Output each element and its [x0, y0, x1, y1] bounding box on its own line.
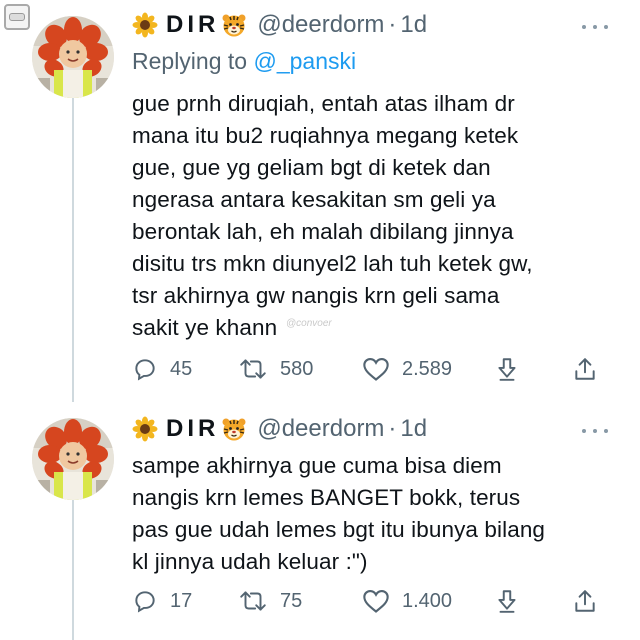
- retweet-icon: [240, 591, 266, 611]
- tweet-text-line: gue, gue yg geliam bgt di ketek dan: [132, 155, 491, 180]
- separator-dot: ·: [388, 415, 397, 442]
- more-options-icon[interactable]: [582, 22, 608, 32]
- display-name[interactable]: DIR: [166, 11, 219, 39]
- separator-dot: ·: [388, 11, 397, 38]
- share-button[interactable]: [572, 586, 598, 616]
- tweet-header: DIR @deerdorm · 1d: [132, 412, 427, 446]
- tweet-text-line: sampe akhirnya gue cuma bisa diem: [132, 453, 502, 478]
- tweet-text-line: nangis krn lemes BANGET bokk, terus: [132, 485, 521, 510]
- tweet-text-line: sakit ye khann: [132, 315, 278, 340]
- retweet-count: 580: [280, 357, 314, 380]
- display-name[interactable]: DIR: [166, 415, 219, 443]
- like-count: 1.400: [402, 589, 453, 612]
- share-button[interactable]: [572, 354, 598, 384]
- user-handle[interactable]: @deerdorm: [257, 415, 384, 443]
- retweet-button[interactable]: 580: [238, 354, 313, 384]
- more-options-icon[interactable]: [582, 426, 608, 436]
- sunflower-icon: [132, 416, 158, 442]
- tiger-face-icon: [222, 14, 246, 37]
- reply-bubble-icon: [135, 359, 155, 381]
- tweet-text-line: berontak lah, eh malah dibilang jinnya: [132, 219, 514, 244]
- reply-to-handle[interactable]: @_panski: [253, 48, 356, 74]
- download-arrow-icon: [498, 590, 516, 613]
- replying-to-label: Replying to: [132, 48, 248, 74]
- share-icon: [575, 590, 595, 612]
- tweet[interactable]: DIR @deerdorm · 1d sampe akhirnya gue cu…: [0, 408, 640, 640]
- tweet-text: gue prnh diruqiah, entah atas ilham dr m…: [132, 88, 612, 344]
- watermark: @convoer: [286, 318, 332, 329]
- tiger-face-icon: [222, 418, 246, 441]
- like-button[interactable]: 1.400: [362, 586, 452, 616]
- like-button[interactable]: 2.589: [362, 354, 452, 384]
- retweet-count: 75: [280, 589, 303, 612]
- tweet-text-line: disitu trs mkn diunyel2 lah tuh ketek gw…: [132, 251, 533, 276]
- tweet-actions: 45 580 2.589: [132, 354, 612, 384]
- sunflower-icon: [132, 12, 158, 38]
- reply-bubble-icon: [135, 591, 155, 613]
- like-count: 2.589: [402, 357, 453, 380]
- tweet-text-line: ngerasa antara kesakitan sm geli ya: [132, 187, 496, 212]
- share-icon: [575, 358, 595, 380]
- tweet-text-line: kl jinnya udah keluar :"): [132, 549, 368, 574]
- retweet-button[interactable]: 75: [238, 586, 302, 616]
- reply-button[interactable]: 45: [132, 354, 192, 384]
- tweet-text-line: tsr akhirnya gw nangis krn geli sama: [132, 283, 500, 308]
- tweet-text-line: gue prnh diruqiah, entah atas ilham dr: [132, 91, 515, 116]
- retweet-icon: [240, 359, 266, 379]
- heart-icon: [363, 590, 389, 613]
- replying-to: Replying to @_panski: [132, 48, 356, 75]
- timestamp[interactable]: 1d: [400, 415, 427, 443]
- download-button[interactable]: [494, 354, 520, 384]
- tweet-text-line: mana itu bu2 ruqiahnya megang ketek: [132, 123, 519, 148]
- tweet-header: DIR @deerdorm · 1d: [132, 8, 427, 42]
- timestamp[interactable]: 1d: [400, 11, 427, 39]
- tweet-text: sampe akhirnya gue cuma bisa diem nangis…: [132, 450, 612, 578]
- tweet[interactable]: DIR @deerdorm · 1d Replying to @_panski …: [0, 4, 640, 394]
- tweet-actions: 17 75 1.400: [132, 586, 612, 616]
- reply-count: 17: [170, 589, 193, 612]
- avatar[interactable]: [32, 418, 114, 500]
- download-button[interactable]: [494, 586, 520, 616]
- user-handle[interactable]: @deerdorm: [257, 11, 384, 39]
- avatar[interactable]: [32, 16, 114, 98]
- reply-button[interactable]: 17: [132, 586, 192, 616]
- download-arrow-icon: [498, 358, 516, 381]
- tweet-text-line: pas gue udah lemes bgt itu ibunya bilang: [132, 517, 546, 542]
- heart-icon: [363, 358, 389, 381]
- reply-count: 45: [170, 357, 193, 380]
